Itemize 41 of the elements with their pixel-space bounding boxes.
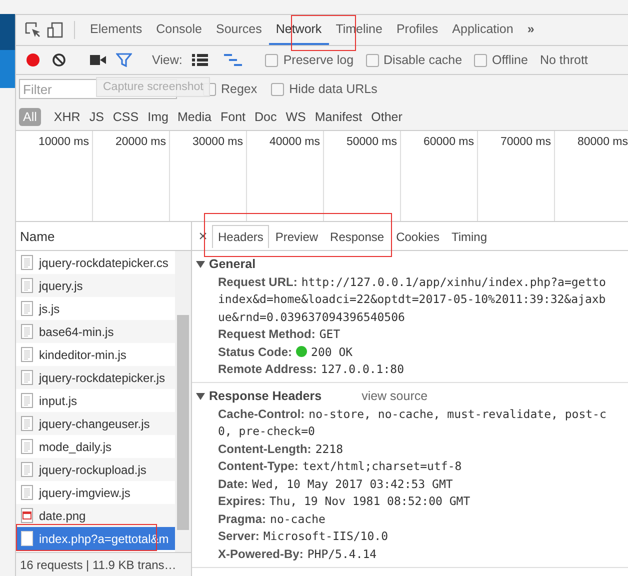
- header-value: Wed, 10 May 2017 03:42:53 GMT: [252, 476, 453, 491]
- header-name: Date:: [218, 476, 248, 491]
- header-name: Expires:: [218, 494, 266, 508]
- header-name: Server:: [218, 529, 260, 544]
- status-bar: 16 requests | 11.9 KB trans…: [16, 552, 191, 576]
- header-name: Cache-Control:: [218, 406, 305, 421]
- header-name: Pragma:: [218, 512, 266, 526]
- header-name: Content-Length:: [218, 442, 312, 456]
- header-name: Content-Type:: [218, 459, 298, 474]
- header-value: index&d=home&loadci=22&optdt=2017-05-10%2011:39:32&ajaxb: [218, 292, 606, 306]
- header-name: X-Powered-By:: [218, 546, 304, 561]
- header-value: PHP/5.4.14: [307, 546, 377, 561]
- header-name: Request URL:: [218, 274, 298, 289]
- header-name: Status Code:: [218, 344, 292, 359]
- header-name: Request Method:: [218, 327, 316, 342]
- throttling-label: No thrott: [540, 53, 588, 67]
- time-tick: 60000 ms: [401, 131, 478, 221]
- header-value: no-cache: [270, 512, 326, 526]
- tooltip: Capture screenshot: [96, 77, 210, 97]
- header-value: 0, pre-check=0: [218, 424, 315, 438]
- header-value: http://127.0.0.1/app/xinhu/index.php?a=getto: [301, 274, 606, 289]
- header-value: 2218: [315, 442, 344, 456]
- time-tick: 30000 ms: [170, 131, 247, 221]
- time-tick: 20000 ms: [93, 131, 170, 221]
- header-value: 127.0.0.1:80: [320, 362, 404, 376]
- header-value: no-store, no-cache, must-revalidate, post-c: [308, 406, 606, 421]
- header-value: 200 OK: [311, 344, 353, 359]
- time-tick: 10000 ms: [16, 131, 93, 221]
- section-title: Response Headers: [209, 389, 322, 403]
- header-value: text/html;charset=utf-8: [302, 459, 462, 474]
- view-label: View:: [152, 53, 182, 67]
- time-tick: 80000 ms: [555, 131, 628, 221]
- time-tick: 50000 ms: [324, 131, 401, 221]
- header-value: Thu, 19 Nov 1981 08:52:00 GMT: [269, 494, 470, 508]
- time-tick: 70000 ms: [478, 131, 555, 221]
- time-tick: 40000 ms: [247, 131, 324, 221]
- header-value: Microsoft-IIS/10.0: [263, 529, 388, 544]
- header-value: GET: [319, 327, 340, 342]
- header-value: ue&rnd=0.039637094396540506: [218, 310, 405, 324]
- header-name: Remote Address:: [218, 362, 317, 376]
- section-title: General: [209, 257, 256, 271]
